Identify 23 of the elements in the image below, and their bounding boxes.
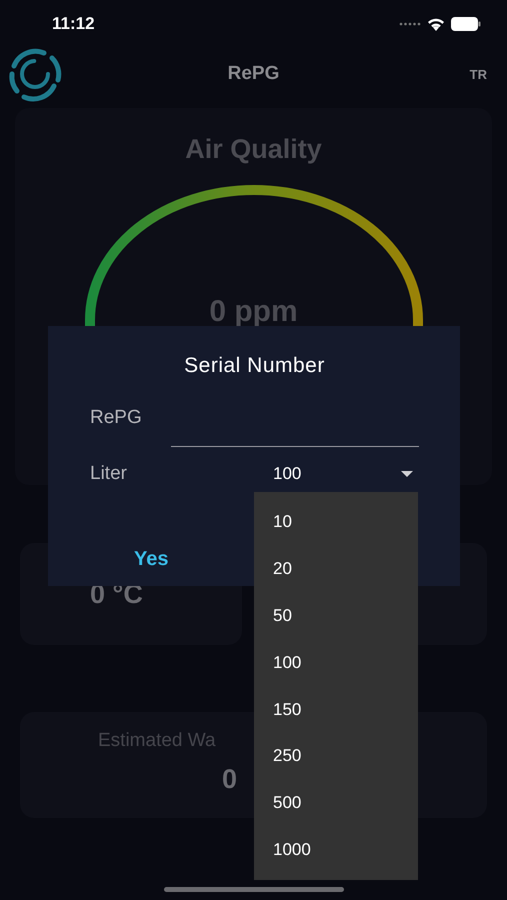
menu-option[interactable]: 10 [254,499,418,546]
signal-icon [399,22,421,26]
confirm-button[interactable]: Yes [134,546,168,573]
dialog-title: Serial Number [184,354,325,378]
menu-option[interactable]: 50 [254,592,418,640]
menu-option[interactable]: 20 [254,546,418,593]
language-button[interactable]: TR [470,66,487,82]
wifi-icon [427,17,445,31]
status-time: 11:12 [52,14,95,34]
select-field[interactable]: 100 [171,454,419,494]
water-reading: 0 [222,764,238,795]
menu-option[interactable]: 250 [254,732,418,780]
card-title: Air Quality [185,134,322,165]
battery-icon [451,17,481,31]
menu-option[interactable]: 500 [254,780,418,827]
menu-option[interactable]: 100 [254,639,418,686]
ppm-reading: 0 ppm [208,295,299,329]
menu-option[interactable]: 150 [254,686,418,733]
menu-option[interactable]: 1000 [254,826,418,874]
field-label: RePG [90,407,143,429]
caret-icon [401,470,413,478]
app-title: RePG [228,63,280,85]
field-label: Liter [90,463,128,485]
